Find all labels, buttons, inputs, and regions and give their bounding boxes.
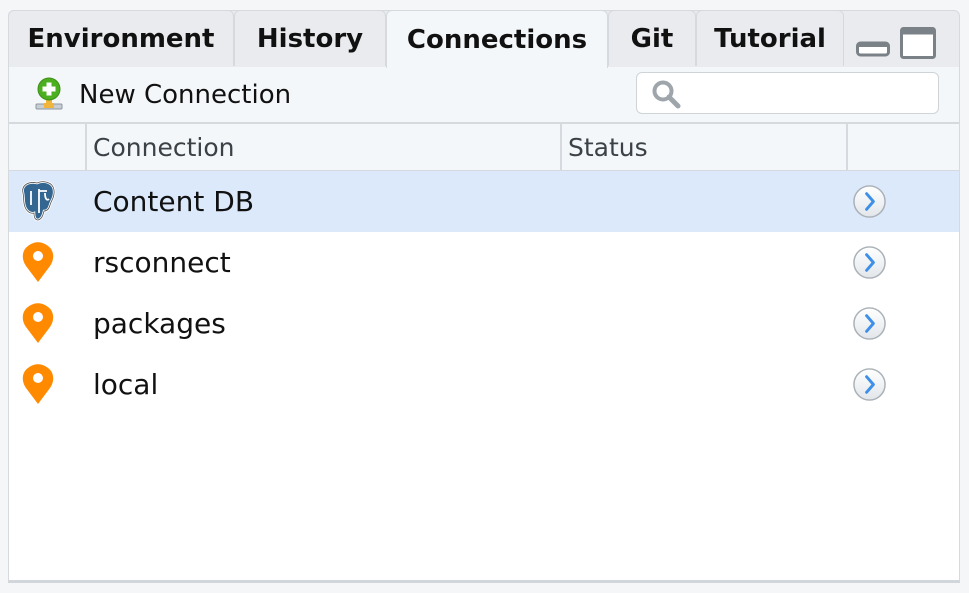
new-connection-label: New Connection: [79, 80, 292, 110]
tab-bar: Environment History Connections Git Tuto…: [8, 10, 960, 68]
open-connection-arrow-icon[interactable]: [852, 184, 887, 219]
open-connection-arrow-icon[interactable]: [852, 367, 887, 402]
tab-label: History: [256, 23, 364, 54]
minimize-pane-button[interactable]: [856, 40, 890, 62]
maximize-pane-icon: [900, 27, 936, 59]
maximize-pane-button[interactable]: [900, 27, 936, 63]
tab-environment[interactable]: Environment: [8, 10, 234, 66]
add-connection-icon: [35, 77, 63, 110]
column-header-actions: [846, 124, 959, 170]
connection-row[interactable]: packages: [9, 293, 959, 354]
tab-history[interactable]: History: [234, 10, 386, 66]
tab-label: Git: [630, 23, 674, 54]
connection-name: local: [93, 368, 159, 401]
tab-tutorial[interactable]: Tutorial: [696, 10, 844, 66]
connection-name: packages: [93, 307, 226, 340]
connection-name: Content DB: [93, 185, 255, 218]
map-pin-icon: [22, 364, 54, 404]
open-connection-arrow-icon[interactable]: [852, 306, 887, 341]
column-header-connection[interactable]: Connection: [85, 124, 560, 170]
connection-row[interactable]: Content DB: [9, 171, 959, 232]
connections-pane: Environment History Connections Git Tuto…: [8, 10, 960, 583]
connections-toolbar: New Connection: [8, 67, 960, 122]
minimize-pane-icon: [856, 41, 890, 57]
column-header-label: Connection: [93, 132, 235, 162]
search-input[interactable]: [689, 77, 933, 111]
connections-table: Connection Status Content DB rsconnect p…: [8, 122, 960, 583]
connection-row[interactable]: rsconnect: [9, 232, 959, 293]
tab-label: Tutorial: [714, 23, 826, 54]
column-header-status[interactable]: Status: [560, 124, 846, 170]
connection-row[interactable]: local: [9, 354, 959, 415]
tab-label: Environment: [27, 23, 215, 54]
map-pin-icon: [22, 303, 54, 343]
search-box[interactable]: [636, 72, 939, 114]
tab-git[interactable]: Git: [608, 10, 696, 66]
table-header: Connection Status: [9, 124, 959, 172]
connection-name: rsconnect: [93, 246, 231, 279]
postgresql-elephant-icon: [21, 180, 56, 222]
column-header-label: Status: [568, 132, 648, 162]
tab-label: Connections: [406, 24, 588, 55]
tab-connections[interactable]: Connections: [386, 10, 608, 68]
icon-column-header: [9, 124, 85, 170]
open-connection-arrow-icon[interactable]: [852, 245, 887, 280]
map-pin-icon: [22, 242, 54, 282]
new-connection-button[interactable]: New Connection: [33, 77, 291, 113]
search-icon: [652, 80, 681, 109]
